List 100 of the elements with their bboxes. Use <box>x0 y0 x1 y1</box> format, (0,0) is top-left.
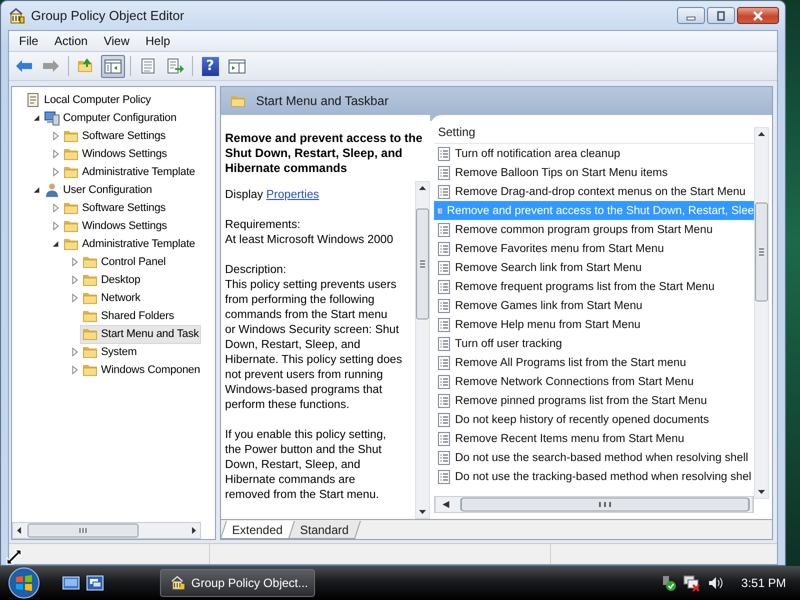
setting-icon <box>437 240 451 256</box>
tree-item[interactable]: Network <box>80 288 142 308</box>
tree-item[interactable]: Control Panel <box>80 252 168 272</box>
folder-icon <box>63 128 79 144</box>
panel-icon <box>104 58 122 74</box>
editor-app-icon <box>9 8 25 24</box>
horizontal-scrollbar[interactable] <box>434 496 754 513</box>
folder-icon <box>63 146 79 162</box>
header-title: Start Menu and Taskbar <box>256 94 388 108</box>
maximize-icon <box>715 10 727 20</box>
window-title: Group Policy Object Editor <box>31 8 186 23</box>
clock[interactable]: 3:51 PM <box>741 576 786 590</box>
maximize-button[interactable] <box>707 7 735 24</box>
column-header[interactable]: Setting <box>434 121 754 144</box>
tree-item[interactable]: Administrative Template <box>61 234 198 254</box>
setting-row[interactable]: Remove Recent Items menu from Start Menu <box>434 429 754 448</box>
setting-row[interactable]: Remove Games link from Start Menu <box>434 296 754 315</box>
question-mark-icon: ? <box>202 56 218 76</box>
menu-item[interactable]: File <box>11 34 46 48</box>
setting-icon <box>437 260 451 276</box>
tree-toggle-button[interactable] <box>101 54 125 78</box>
minimize-button[interactable] <box>677 7 705 24</box>
view-tab[interactable]: Extended <box>220 521 295 539</box>
setting-row[interactable]: Do not use the tracking-based method when resolving shel <box>434 467 754 486</box>
help-button[interactable]: ? <box>198 54 222 78</box>
show-desktop-icon[interactable] <box>62 575 80 591</box>
close-icon <box>752 10 764 20</box>
vertical-scrollbar[interactable] <box>754 127 769 499</box>
document-icon <box>140 58 156 74</box>
setting-row[interactable]: Remove Favorites menu from Start Menu <box>434 239 754 258</box>
tree-item[interactable]: Desktop <box>80 270 142 290</box>
view-tab[interactable]: Standard <box>288 521 360 539</box>
setting-row[interactable]: Remove Balloon Tips on Start Menu items <box>434 163 754 182</box>
setting-row[interactable]: Do not use the search-based method when resolving shell <box>434 448 754 467</box>
setting-icon <box>437 184 451 200</box>
setting-icon <box>437 392 451 408</box>
setting-row[interactable]: Remove Drag-and-drop context menus on the Start Menu <box>434 182 754 201</box>
tree-item[interactable]: Windows Settings <box>61 144 170 164</box>
tree-item[interactable]: System <box>80 342 139 362</box>
vertical-scrollbar[interactable] <box>415 181 430 519</box>
setting-row[interactable]: Remove Help menu from Start Menu <box>434 315 754 334</box>
setting-row[interactable]: Remove pinned programs list from the Start Menu <box>434 391 754 410</box>
tree-item[interactable]: Start Menu and Task <box>80 324 201 344</box>
setting-row[interactable]: Remove All Programs list from the Start menu <box>434 353 754 372</box>
setting-row[interactable]: Turn off user tracking <box>434 334 754 353</box>
export-icon <box>166 58 184 74</box>
left-arrow-icon <box>15 59 33 73</box>
tree-item[interactable]: Windows Settings <box>61 216 170 236</box>
resize-cursor-icon <box>6 549 22 565</box>
setting-icon <box>437 374 451 390</box>
properties-link[interactable]: Properties <box>266 188 320 201</box>
user-icon <box>44 182 60 198</box>
start-button[interactable] <box>6 567 42 599</box>
setting-row[interactable]: Remove common program groups from Start Menu <box>434 220 754 239</box>
setting-row[interactable]: Turn off notification area cleanup <box>434 144 754 163</box>
setting-row[interactable]: Remove Search link from Start Menu <box>434 258 754 277</box>
folder-icon <box>63 218 79 234</box>
display-text: Display Properties <box>225 187 320 202</box>
switch-windows-icon[interactable] <box>86 575 104 591</box>
folder-icon <box>63 164 79 180</box>
tree-item[interactable]: User Configuration <box>42 180 154 200</box>
speaker-icon[interactable] <box>707 575 724 591</box>
setting-row[interactable]: Remove Network Connections from Start Menu <box>434 372 754 391</box>
setting-icon <box>437 468 451 484</box>
tree-item[interactable]: Software Settings <box>61 126 168 146</box>
editor-app-icon <box>171 575 186 591</box>
folder-icon <box>82 362 98 378</box>
tree-item[interactable]: Windows Componen <box>80 360 202 380</box>
tree-item[interactable]: Computer Configuration <box>42 108 178 128</box>
setting-icon <box>437 336 451 352</box>
setting-row[interactable]: Remove frequent programs list from the Start Menu <box>434 277 754 296</box>
menu-item[interactable]: Help <box>138 34 178 48</box>
folder-icon <box>82 254 98 270</box>
horizontal-scrollbar[interactable] <box>12 522 201 539</box>
close-button[interactable] <box>737 7 779 24</box>
right-arrow-icon <box>42 59 60 73</box>
tree-item[interactable]: Shared Folders <box>80 306 176 326</box>
setting-icon <box>437 298 451 314</box>
scroll-icon <box>25 92 41 108</box>
folder-icon <box>77 58 95 74</box>
menu-item[interactable]: Action <box>46 34 96 48</box>
folder-icon <box>82 344 98 360</box>
setting-icon <box>437 450 451 466</box>
description-text: Description: This policy setting prevents users from performing the following commands from the Start menu or Windows Security screen: Shut Down, Restart, Sleep, and Hibernate. This policy setting does not prevent users from running Windows-based programs that perform these functions. <box>225 262 404 412</box>
folder-icon <box>82 272 98 288</box>
taskbar-button[interactable]: Group Policy Object... <box>160 569 315 597</box>
tree-item[interactable]: Software Settings <box>61 198 168 218</box>
computer-icon <box>44 110 60 126</box>
setting-row[interactable]: Do not keep history of recently opened documents <box>434 410 754 429</box>
network-error-icon[interactable] <box>683 574 702 592</box>
setting-icon <box>437 412 451 428</box>
setting-title: Remove and prevent access to the Shut Down, Restart, Sleep, and Hibernate commands <box>225 131 423 176</box>
panel-icon <box>228 58 246 74</box>
folder-icon <box>82 308 98 324</box>
setting-icon <box>437 430 451 446</box>
tree-item[interactable]: Administrative Template <box>61 162 198 182</box>
setting-icon <box>437 316 451 332</box>
folder-icon <box>63 200 79 216</box>
menu-item[interactable]: View <box>96 34 138 48</box>
tree-item[interactable]: Local Computer Policy <box>23 90 153 110</box>
